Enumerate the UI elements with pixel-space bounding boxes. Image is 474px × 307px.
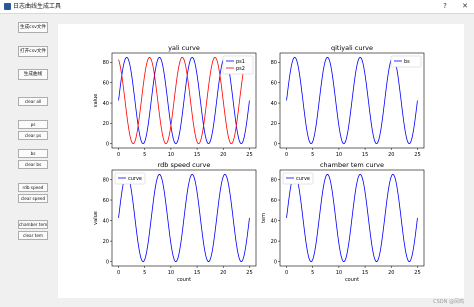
x-tick-label: 15 xyxy=(194,270,200,276)
y-tick-label: 20 xyxy=(103,239,109,245)
x-tick-label: 10 xyxy=(336,152,342,158)
x-tick-label: 0 xyxy=(117,270,120,276)
y-tick-label: 60 xyxy=(103,81,109,87)
y-tick-label: 60 xyxy=(271,198,277,204)
x-tick-label: 25 xyxy=(414,270,420,276)
x-tick-label: 25 xyxy=(414,152,420,158)
app-icon xyxy=(4,3,11,10)
y-tick-label: 80 xyxy=(271,60,277,66)
x-tick-label: 5 xyxy=(311,270,314,276)
y-tick-label: 80 xyxy=(103,177,109,183)
y-tick-label: 20 xyxy=(271,121,277,127)
x-tick-label: 0 xyxy=(117,152,120,158)
chart-title: yali curve xyxy=(168,44,200,52)
y-tick-label: 40 xyxy=(103,101,109,107)
legend-label: ps2 xyxy=(236,66,245,72)
y-tick-label: 40 xyxy=(271,101,277,107)
window-title: 日志曲线生成工具 xyxy=(13,3,62,10)
y-tick-label: 20 xyxy=(271,239,277,245)
x-axis-label: count xyxy=(345,277,359,283)
ps-button[interactable]: ps xyxy=(18,120,48,129)
clear-tem-button[interactable]: clear tem xyxy=(18,231,48,240)
x-tick-label: 5 xyxy=(143,152,146,158)
chart-3: chamber tem curve 0 5 10 15 20 25 0 20 40 60 80 tem c… xyxy=(261,161,425,283)
y-tick-label: 60 xyxy=(103,198,109,204)
plot-canvas: yali curve 0 5 10 15 20 25 0 20 40 60 80 value ps1 ps2… xyxy=(58,24,464,298)
x-tick-label: 15 xyxy=(362,152,368,158)
x-tick-label: 15 xyxy=(362,270,368,276)
x-tick-label: 0 xyxy=(285,270,288,276)
x-axis-label: count xyxy=(177,277,191,283)
x-tick-label: 20 xyxy=(220,152,226,158)
window-titlebar: 日志曲线生成工具 ? ✕ xyxy=(0,0,474,14)
x-tick-label: 5 xyxy=(311,152,314,158)
close-button[interactable]: ✕ xyxy=(456,0,474,13)
chart-1: qitiyali curve 0 5 10 15 20 25 0 20 40 60 80 bs xyxy=(271,44,425,158)
chart-0: yali curve 0 5 10 15 20 25 0 20 40 60 80 value ps1ps2 xyxy=(93,44,257,158)
x-tick-label: 25 xyxy=(246,270,252,276)
y-tick-label: 0 xyxy=(274,259,277,265)
watermark: CSDN @凤鸣 xyxy=(433,299,464,305)
chamber-tem-button[interactable]: chamber tem xyxy=(18,220,48,229)
y-tick-label: 40 xyxy=(271,218,277,224)
y-tick-label: 0 xyxy=(106,141,109,147)
y-tick-label: 0 xyxy=(274,141,277,147)
y-tick-label: 40 xyxy=(103,218,109,224)
y-tick-label: 60 xyxy=(271,81,277,87)
rdb-speed-button[interactable]: rdb speed xyxy=(18,183,48,192)
x-tick-label: 20 xyxy=(388,152,394,158)
x-tick-label: 10 xyxy=(168,152,174,158)
y-axis-label: tem xyxy=(261,213,267,223)
clear-bs-button[interactable]: clear bs xyxy=(18,160,48,169)
clear-speed-button[interactable]: clear speed xyxy=(18,194,48,203)
x-tick-label: 15 xyxy=(194,152,200,158)
y-tick-label: 80 xyxy=(103,60,109,66)
x-tick-label: 10 xyxy=(168,270,174,276)
x-tick-label: 20 xyxy=(388,270,394,276)
open-csv-button[interactable]: 打开csv文件 xyxy=(18,46,48,57)
clear-all-button[interactable]: clear all xyxy=(18,97,48,106)
clear-ps-button[interactable]: clear ps xyxy=(18,131,48,140)
y-tick-label: 80 xyxy=(271,177,277,183)
help-button[interactable]: ? xyxy=(436,0,454,13)
generate-csv-button[interactable]: 生成csv文件 xyxy=(18,22,48,33)
x-tick-label: 10 xyxy=(336,270,342,276)
y-tick-label: 20 xyxy=(103,121,109,127)
x-tick-label: 25 xyxy=(246,152,252,158)
y-tick-label: 0 xyxy=(106,259,109,265)
chart-title: rdb speed curve xyxy=(158,161,211,169)
plots-svg: yali curve 0 5 10 15 20 25 0 20 40 60 80 value ps1ps2… xyxy=(93,44,425,283)
x-tick-label: 0 xyxy=(285,152,288,158)
legend-label: ps1 xyxy=(236,59,245,65)
y-axis-label: value xyxy=(93,94,99,108)
legend-label: curve xyxy=(128,176,142,182)
generate-curve-button[interactable]: 生成曲线 xyxy=(18,69,48,80)
x-tick-label: 5 xyxy=(143,270,146,276)
x-tick-label: 20 xyxy=(220,270,226,276)
legend-label: bs xyxy=(404,59,410,65)
chart-title: qitiyali curve xyxy=(331,44,373,52)
chart-2: rdb speed curve 0 5 10 15 20 25 0 20 40 60 80 value c… xyxy=(93,161,257,283)
chart-title: chamber tem curve xyxy=(320,161,384,169)
bs-button[interactable]: bs xyxy=(18,149,48,158)
y-axis-label: value xyxy=(93,211,99,225)
legend-label: curve xyxy=(296,176,310,182)
